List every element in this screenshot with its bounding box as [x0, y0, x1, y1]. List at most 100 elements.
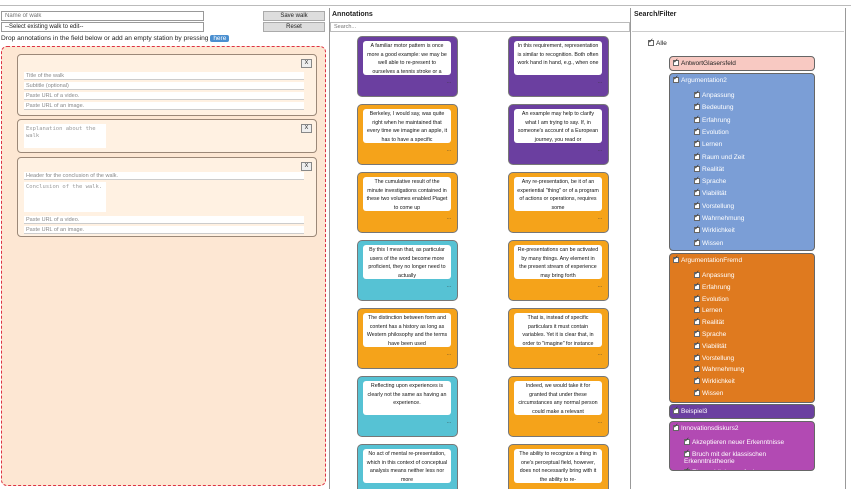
annotation-more-indicator[interactable]: ... [598, 79, 602, 85]
annotation-card[interactable]: The cumulative result of the minute inve… [357, 172, 458, 233]
annotation-more-indicator[interactable]: ... [447, 79, 451, 85]
checkbox-icon[interactable] [673, 57, 679, 66]
image-url-field[interactable]: Paste URL of an image. [24, 226, 304, 234]
checkbox-icon[interactable] [694, 293, 700, 302]
annotation-card[interactable]: The distinction between form and content… [357, 308, 458, 369]
checkbox-icon[interactable] [694, 200, 700, 209]
filter-item[interactable]: Realität [694, 316, 724, 326]
filter-search-input[interactable] [632, 22, 844, 32]
checkbox-icon[interactable] [694, 101, 700, 111]
filter-item[interactable]: Wissen [694, 387, 723, 397]
checkbox-icon[interactable] [694, 224, 700, 234]
checkbox-icon[interactable] [694, 304, 700, 314]
close-station-button[interactable]: X [301, 59, 312, 68]
filter-item[interactable]: Anpassung [694, 89, 735, 99]
filter-item[interactable]: Wirklichkeit [694, 224, 735, 234]
image-url-field[interactable]: Paste URL of an image. [24, 102, 304, 110]
filter-item[interactable]: Akzeptieren neuer Erkenntnisse [684, 436, 802, 446]
annotation-more-indicator[interactable]: ... [447, 215, 451, 221]
video-url-field[interactable]: Paste URL of a video. [24, 216, 304, 224]
filter-item[interactable]: Realität [694, 163, 724, 173]
walk-title-field[interactable]: Title of the walk [24, 72, 304, 80]
filter-item[interactable]: Sprache [694, 175, 726, 185]
reset-button[interactable]: Reset [263, 22, 325, 32]
close-station-button[interactable]: X [301, 124, 312, 133]
filter-item[interactable]: Bedeutung [694, 101, 733, 111]
annotation-search-input[interactable] [330, 22, 630, 32]
filter-item[interactable]: Evolution [694, 126, 729, 136]
filter-item[interactable]: Wahrnehmung [694, 212, 744, 222]
save-walk-button[interactable]: Save walk [263, 11, 325, 21]
checkbox-icon[interactable] [694, 340, 700, 349]
explanation-textarea[interactable]: Explanation about the walk [24, 124, 106, 148]
filter-item[interactable]: Wahrnehmung [694, 363, 744, 373]
filter-item[interactable]: Wissen [694, 237, 723, 247]
annotation-card[interactable]: Reflecting upon experiences is clearly n… [357, 376, 458, 437]
checkbox-icon[interactable] [694, 387, 700, 396]
checkbox-icon[interactable] [694, 126, 700, 135]
station-explanation-card[interactable]: X Explanation about the walk [17, 119, 317, 153]
checkbox-icon[interactable] [694, 363, 700, 373]
checkbox-icon[interactable] [694, 352, 700, 361]
group-innovationsdiskurs2[interactable]: Innovationsdiskurs2 Akzeptieren neuer Er… [669, 421, 815, 471]
add-station-button[interactable]: here [210, 35, 230, 42]
filter-item[interactable]: Vorstellung [694, 200, 734, 210]
annotation-card[interactable]: Any re-presentation, be it of an experie… [508, 172, 609, 233]
checkbox-icon[interactable] [694, 316, 700, 326]
annotation-card[interactable]: An example may help to clarify what I am… [508, 104, 609, 165]
checkbox-icon[interactable] [694, 175, 700, 185]
annotation-more-indicator[interactable]: ... [447, 351, 451, 357]
existing-walk-select[interactable]: --Select existing walk to edit-- [1, 22, 204, 32]
checkbox-icon[interactable] [694, 138, 700, 148]
station-title-card[interactable]: X Title of the walk Subtitle (optional) … [17, 54, 317, 116]
checkbox-icon[interactable] [684, 466, 690, 470]
filter-item[interactable]: Sprache [694, 328, 726, 338]
annotation-card[interactable]: By this I mean that, as particular users… [357, 240, 458, 301]
checkbox-icon[interactable] [694, 237, 700, 246]
checkbox-icon[interactable] [684, 436, 690, 445]
walk-name-input[interactable] [1, 11, 204, 21]
conclusion-textarea[interactable]: Conclusion of the walk. [24, 182, 106, 212]
annotation-more-indicator[interactable]: ... [447, 419, 451, 425]
filter-item[interactable]: Viabilität [694, 340, 726, 350]
annotation-more-indicator[interactable]: ... [598, 147, 602, 153]
checkbox-icon[interactable] [694, 375, 700, 385]
annotation-card[interactable]: A familiar motor pattern is once more a … [357, 36, 458, 97]
filter-item[interactable]: Raum und Zeit [694, 151, 745, 161]
annotation-card[interactable]: Indeed, we would take it for granted tha… [508, 376, 609, 437]
checkbox-icon[interactable] [694, 281, 700, 290]
annotation-more-indicator[interactable]: ... [598, 215, 602, 221]
walk-subtitle-field[interactable]: Subtitle (optional) [24, 82, 304, 90]
group-antwortglasersfeld[interactable]: AntwortGlasersfeld [669, 56, 815, 71]
annotation-card[interactable]: That is, instead of specific particulars… [508, 308, 609, 369]
checkbox-icon[interactable] [694, 187, 700, 197]
checkbox-icon[interactable] [694, 269, 700, 278]
group-argumentationfremd[interactable]: ArgumentationFremd Anpassung Erfahrung Evo… [669, 253, 815, 403]
video-url-field[interactable]: Paste URL of a video. [24, 92, 304, 100]
filter-item[interactable]: Eigene Lücken aufzeigen [684, 466, 802, 470]
checkbox-icon[interactable] [694, 114, 700, 123]
group-beispiel3[interactable]: Beispiel3 [669, 404, 815, 419]
annotation-card[interactable]: No act of mental re-presentation, which … [357, 444, 458, 489]
filter-item[interactable]: Lernen [694, 138, 722, 148]
checkbox-icon[interactable] [673, 254, 679, 263]
checkbox-icon[interactable] [694, 89, 700, 98]
filter-item[interactable]: Evolution [694, 293, 729, 303]
checkbox-icon[interactable] [694, 212, 700, 221]
checkbox-icon[interactable] [648, 37, 654, 46]
annotation-more-indicator[interactable]: ... [447, 147, 451, 153]
annotation-card[interactable]: The ability to recognize a thing in one'… [508, 444, 609, 489]
conclusion-header-field[interactable]: Header for the conclusion of the walk. [24, 172, 304, 180]
checkbox-icon[interactable] [694, 163, 700, 172]
annotation-more-indicator[interactable]: ... [598, 419, 602, 425]
annotation-more-indicator[interactable]: ... [447, 283, 451, 289]
filter-item[interactable]: Viabilität [694, 187, 726, 197]
station-dropzone[interactable]: X Title of the walk Subtitle (optional) … [1, 46, 326, 486]
annotation-card[interactable]: In this requirement, representation is s… [508, 36, 609, 97]
close-station-button[interactable]: X [301, 162, 312, 171]
annotation-more-indicator[interactable]: ... [598, 351, 602, 357]
filter-item[interactable]: Vorstellung [694, 352, 734, 362]
annotation-more-indicator[interactable]: ... [598, 283, 602, 289]
station-conclusion-card[interactable]: X Header for the conclusion of the walk.… [17, 157, 317, 237]
annotation-card[interactable]: Berkeley, I would say, was quite right w… [357, 104, 458, 165]
